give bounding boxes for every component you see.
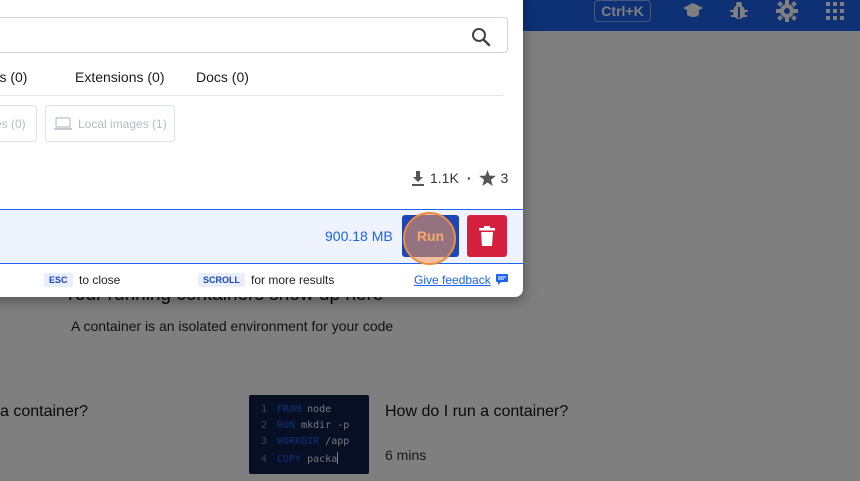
result-stats: 1.1K · 3 — [410, 170, 508, 186]
trash-icon — [479, 226, 495, 246]
image-size: 900.18 MB — [325, 228, 393, 244]
search-tabs: mes (0) Extensions (0) Docs (0) — [0, 69, 503, 95]
scroll-key-hint: SCROLL — [198, 273, 245, 287]
dialog-footer: ESC to close SCROLL for more results Giv… — [0, 272, 523, 292]
tab-divider — [0, 95, 503, 96]
filter-chip-hub-images[interactable]: es (0) — [0, 105, 37, 142]
search-icon[interactable] — [470, 26, 492, 48]
download-count: 1.1K — [430, 170, 459, 186]
give-feedback-link[interactable]: Give feedback — [414, 273, 491, 287]
esc-hint-text: to close — [79, 273, 121, 287]
download-icon — [412, 171, 424, 186]
image-result-row[interactable]: 900.18 MB Run — [0, 209, 523, 265]
search-input[interactable] — [0, 18, 451, 52]
filter-chip-label: es (0) — [0, 116, 26, 131]
search-box — [0, 17, 508, 53]
delete-button[interactable] — [467, 215, 507, 257]
search-dialog: mes (0) Extensions (0) Docs (0) es (0) L… — [0, 0, 523, 297]
tab-images[interactable]: mes (0) — [0, 69, 27, 85]
tab-extensions[interactable]: Extensions (0) — [75, 69, 164, 85]
esc-key-hint: ESC — [44, 273, 73, 287]
laptop-icon — [54, 116, 72, 130]
filter-chip-label: Local images (1) — [78, 116, 167, 131]
filter-chip-local-images[interactable]: Local images (1) — [45, 105, 175, 142]
tab-docs[interactable]: Docs (0) — [196, 69, 249, 85]
scroll-hint-text: for more results — [251, 273, 335, 287]
stats-separator: · — [466, 170, 472, 186]
run-button[interactable]: Run — [402, 215, 459, 257]
star-icon — [479, 170, 497, 186]
star-count: 3 — [500, 170, 509, 186]
feedback-icon[interactable] — [496, 274, 508, 285]
